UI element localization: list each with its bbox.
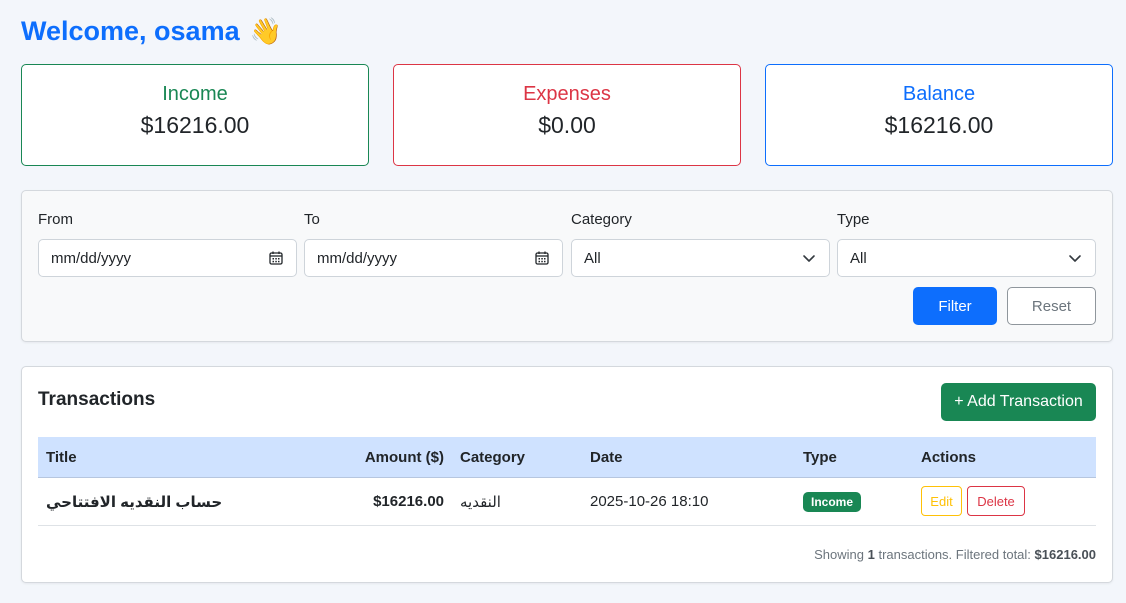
welcome-text: Welcome, osama xyxy=(21,16,240,46)
from-date-input[interactable]: mm/dd/yyyy xyxy=(38,239,297,277)
table-row: حساب النقديه الافتتاحي $16216.00 النقديه… xyxy=(38,478,1096,526)
expenses-card: Expenses $0.00 xyxy=(393,64,741,166)
delete-button[interactable]: Delete xyxy=(967,486,1025,516)
add-transaction-button[interactable]: + Add Transaction xyxy=(941,383,1096,421)
transaction-count: 1 xyxy=(867,547,875,562)
filtered-total: $16216.00 xyxy=(1034,547,1096,562)
chevron-down-icon xyxy=(1067,250,1083,266)
summary-prefix: Showing xyxy=(814,547,864,562)
expenses-label: Expenses xyxy=(523,83,611,105)
column-header-amount[interactable]: Amount ($) xyxy=(365,449,444,466)
type-label: Type xyxy=(837,211,870,228)
to-date-input[interactable]: mm/dd/yyyy xyxy=(304,239,563,277)
calendar-icon[interactable] xyxy=(268,250,284,266)
column-header-title[interactable]: Title xyxy=(46,449,77,466)
column-header-type[interactable]: Type xyxy=(803,449,837,466)
transactions-summary: Showing 1 transactions. Filtered total: … xyxy=(814,547,1096,562)
income-label: Income xyxy=(162,83,228,105)
to-date-placeholder: mm/dd/yyyy xyxy=(317,249,398,267)
summary-middle: transactions. Filtered total: xyxy=(878,547,1031,562)
expenses-value: $0.00 xyxy=(538,112,596,138)
transaction-amount: $16216.00 xyxy=(373,493,444,510)
income-card: Income $16216.00 xyxy=(21,64,369,166)
transaction-date: 2025-10-26 18:10 xyxy=(590,493,709,510)
reset-button[interactable]: Reset xyxy=(1007,287,1096,325)
filter-button[interactable]: Filter xyxy=(913,287,997,325)
category-label: Category xyxy=(571,211,632,228)
category-select[interactable]: All xyxy=(571,239,830,277)
balance-card: Balance $16216.00 xyxy=(765,64,1113,166)
chevron-down-icon xyxy=(801,250,817,266)
from-date-placeholder: mm/dd/yyyy xyxy=(51,249,132,267)
transactions-title: Transactions xyxy=(38,389,156,410)
type-select[interactable]: All xyxy=(837,239,1096,277)
type-selected: All xyxy=(850,249,867,267)
type-badge: Income xyxy=(803,492,862,512)
welcome-heading: Welcome, osama 👋 xyxy=(21,16,282,47)
balance-label: Balance xyxy=(902,83,976,105)
column-header-category[interactable]: Category xyxy=(460,449,525,466)
column-header-actions: Actions xyxy=(921,449,977,466)
category-selected: All xyxy=(584,249,601,267)
calendar-icon[interactable] xyxy=(534,250,550,266)
transactions-panel: Transactions + Add Transaction Title Amo… xyxy=(21,366,1113,583)
edit-button[interactable]: Edit xyxy=(921,486,962,516)
table-header: Title Amount ($) Category Date Type Acti… xyxy=(38,437,1096,478)
transaction-category: النقديه xyxy=(460,494,501,511)
filter-panel: From To Category Type mm/dd/yyyy mm/dd/y… xyxy=(21,190,1113,342)
column-header-date[interactable]: Date xyxy=(590,449,623,466)
transaction-title: حساب النقديه الافتتاحي xyxy=(46,494,223,511)
income-value: $16216.00 xyxy=(140,112,250,138)
waving-hand-icon: 👋 xyxy=(249,16,282,47)
balance-value: $16216.00 xyxy=(884,112,994,138)
from-label: From xyxy=(38,211,73,228)
to-label: To xyxy=(304,211,320,228)
